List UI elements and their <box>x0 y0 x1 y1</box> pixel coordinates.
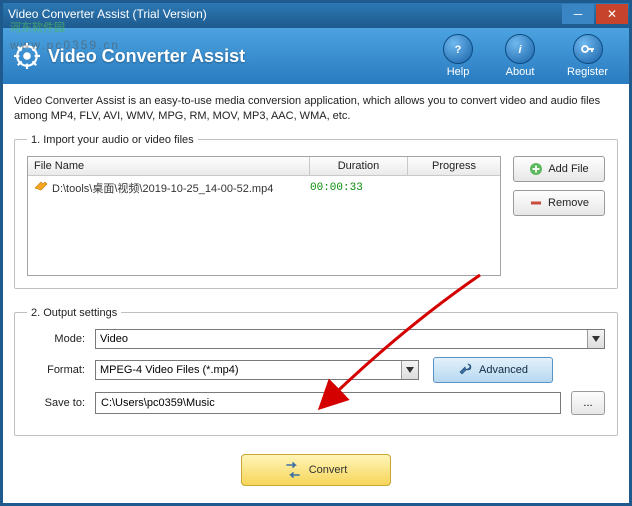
convert-label: Convert <box>309 464 348 476</box>
col-filename[interactable]: File Name <box>28 157 310 175</box>
add-file-label: Add File <box>548 163 588 175</box>
help-icon: ? <box>450 41 466 57</box>
format-value: MPEG-4 Video Files (*.mp4) <box>100 364 239 376</box>
chevron-down-icon <box>406 367 414 373</box>
remove-label: Remove <box>548 197 589 209</box>
register-label: Register <box>567 66 608 78</box>
file-table[interactable]: File Name Duration Progress D:\tools\桌面\… <box>27 156 501 276</box>
info-icon: i <box>512 41 528 57</box>
saveto-value: C:\Users\pc0359\Music <box>101 397 215 409</box>
svg-text:i: i <box>519 44 523 56</box>
mode-value: Video <box>100 333 128 345</box>
about-button[interactable]: i About <box>505 34 535 78</box>
description-text: Video Converter Assist is an easy-to-use… <box>14 94 618 124</box>
remove-button[interactable]: Remove <box>513 190 605 216</box>
import-legend: 1. Import your audio or video files <box>27 134 198 146</box>
advanced-button[interactable]: Advanced <box>433 357 553 383</box>
help-button[interactable]: ? Help <box>443 34 473 78</box>
wrench-icon <box>458 362 473 377</box>
format-select[interactable]: MPEG-4 Video Files (*.mp4) <box>95 360 419 380</box>
key-icon <box>580 41 596 57</box>
chevron-down-icon <box>592 336 600 342</box>
row-filename: D:\tools\桌面\视频\2019-10-25_14-00-52.mp4 <box>52 180 304 196</box>
import-fieldset: 1. Import your audio or video files File… <box>14 134 618 289</box>
format-label: Format: <box>27 364 95 376</box>
help-label: Help <box>447 66 470 78</box>
plus-icon <box>529 162 543 176</box>
app-title: Video Converter Assist <box>48 46 443 67</box>
convert-icon <box>285 462 301 478</box>
minimize-button[interactable]: ─ <box>562 4 594 24</box>
advanced-label: Advanced <box>479 364 528 376</box>
mode-select[interactable]: Video <box>95 329 605 349</box>
output-fieldset: 2. Output settings Mode: Video Format: M… <box>14 307 618 436</box>
saveto-label: Save to: <box>27 397 95 409</box>
minus-icon <box>529 196 543 210</box>
register-button[interactable]: Register <box>567 34 608 78</box>
add-file-button[interactable]: Add File <box>513 156 605 182</box>
close-button[interactable]: ✕ <box>596 4 628 24</box>
file-icon <box>34 181 48 195</box>
col-progress[interactable]: Progress <box>408 157 500 175</box>
table-row[interactable]: D:\tools\桌面\视频\2019-10-25_14-00-52.mp4 0… <box>28 176 500 200</box>
about-label: About <box>506 66 535 78</box>
mode-label: Mode: <box>27 333 95 345</box>
saveto-input[interactable]: C:\Users\pc0359\Music <box>95 392 561 414</box>
svg-text:?: ? <box>455 44 462 56</box>
browse-label: ... <box>583 397 592 409</box>
gear-icon <box>14 43 40 69</box>
output-legend: 2. Output settings <box>27 307 121 319</box>
convert-button[interactable]: Convert <box>241 454 391 486</box>
window-title: Video Converter Assist (Trial Version) <box>4 7 562 21</box>
browse-button[interactable]: ... <box>571 391 605 415</box>
row-duration: 00:00:33 <box>304 182 402 194</box>
col-duration[interactable]: Duration <box>310 157 408 175</box>
